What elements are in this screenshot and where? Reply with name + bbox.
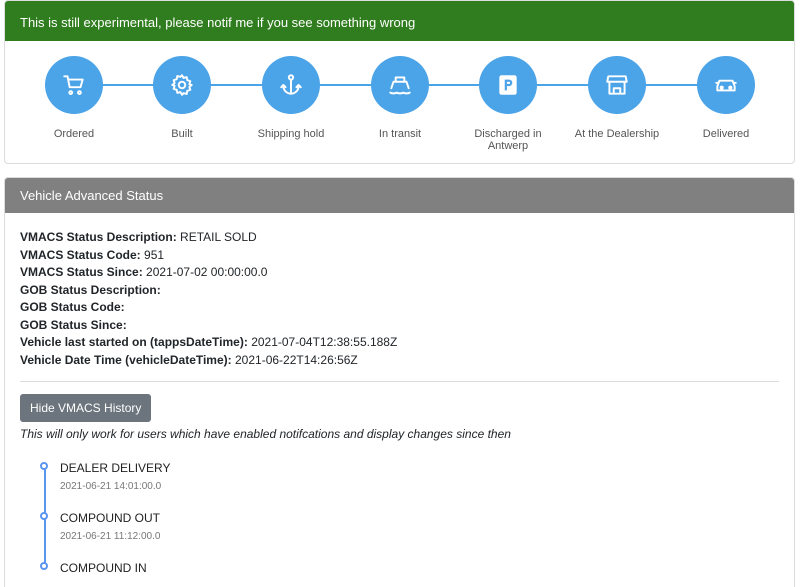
history-date: 2021-06-21 14:01:00.0 bbox=[60, 481, 162, 492]
status-field: VMACS Status Code: 951 bbox=[20, 247, 779, 265]
history-item: COMPOUND OUT 2021-06-21 11:12:00.0 bbox=[40, 511, 779, 561]
step-dealership: At the Dealership bbox=[562, 56, 672, 140]
step-label: Shipping hold bbox=[257, 128, 325, 140]
step-label: Delivered bbox=[702, 128, 750, 140]
field-value: RETAIL SOLD bbox=[180, 230, 257, 244]
step-discharged: Discharged in Antwerp bbox=[453, 56, 563, 152]
store-icon bbox=[606, 75, 628, 95]
step-label: Discharged in Antwerp bbox=[474, 128, 542, 152]
field-label: GOB Status Since: bbox=[20, 317, 127, 332]
ship-icon bbox=[389, 76, 411, 95]
progress-stepper: Ordered Built Shipping hold In transit D… bbox=[5, 41, 794, 163]
step-label: Ordered bbox=[53, 128, 95, 140]
anchor-icon bbox=[280, 74, 302, 95]
field-label: Vehicle last started on (tappsDateTime): bbox=[20, 335, 248, 349]
experimental-alert: This is still experimental, please notif… bbox=[5, 1, 794, 41]
step-label: In transit bbox=[378, 128, 422, 140]
step-label: At the Dealership bbox=[574, 128, 660, 140]
field-label: VMACS Status Description: bbox=[20, 230, 177, 244]
parking-icon bbox=[499, 75, 517, 95]
timeline-dot bbox=[40, 562, 48, 570]
status-field: Vehicle last started on (tappsDateTime):… bbox=[20, 334, 779, 352]
history-event: COMPOUND OUT bbox=[60, 511, 160, 525]
status-field: Vehicle Date Time (vehicleDateTime): 202… bbox=[20, 352, 779, 370]
gear-icon bbox=[171, 74, 193, 96]
status-field: GOB Status Since: bbox=[20, 317, 779, 335]
history-date: 2021-06-21 11:12:00.0 bbox=[60, 531, 161, 542]
status-field: GOB Status Code: bbox=[20, 299, 779, 317]
step-in-transit: In transit bbox=[345, 56, 455, 140]
field-value: 2021-07-04T12:38:55.188Z bbox=[251, 335, 398, 349]
field-value: 951 bbox=[144, 247, 165, 262]
history-item: DEALER DELIVERY 2021-06-21 14:01:00.0 bbox=[40, 461, 779, 511]
step-built: Built bbox=[127, 56, 237, 140]
progress-card: This is still experimental, please notif… bbox=[4, 0, 795, 164]
field-label: Vehicle Date Time (vehicleDateTime): bbox=[20, 352, 232, 367]
history-event: COMPOUND IN bbox=[60, 561, 147, 575]
step-shipping-hold: Shipping hold bbox=[236, 56, 346, 140]
status-field: VMACS Status Since: 2021-07-02 00:00:00.… bbox=[20, 264, 779, 282]
history-event: DEALER DELIVERY bbox=[60, 461, 171, 475]
car-icon bbox=[715, 79, 737, 92]
step-delivered: Delivered bbox=[671, 56, 781, 140]
field-label: GOB Status Code: bbox=[20, 300, 125, 314]
history-note: This will only work for users which have… bbox=[20, 427, 511, 441]
cart-icon bbox=[63, 75, 84, 95]
field-label: GOB Status Description: bbox=[20, 282, 161, 297]
hide-vmacs-history-button[interactable]: Hide VMACS History bbox=[20, 394, 152, 422]
vehicle-status-card: Vehicle Advanced Status VMACS Status Des… bbox=[4, 177, 795, 587]
status-field: GOB Status Description: bbox=[20, 282, 779, 300]
step-label: Built bbox=[171, 128, 193, 140]
card-header: Vehicle Advanced Status bbox=[5, 178, 794, 213]
field-value: 2021-06-22T14:26:56Z bbox=[235, 352, 358, 367]
field-value: 2021-07-02 00:00:00.0 bbox=[146, 265, 268, 279]
history-item: COMPOUND IN bbox=[40, 561, 779, 575]
field-label: VMACS Status Code: bbox=[20, 247, 141, 262]
divider bbox=[20, 381, 779, 382]
field-label: VMACS Status Since: bbox=[20, 265, 143, 279]
timeline-dot bbox=[40, 512, 48, 520]
status-field: VMACS Status Description: RETAIL SOLD bbox=[20, 229, 779, 247]
timeline-dot bbox=[40, 462, 48, 470]
vmacs-history-timeline: DEALER DELIVERY 2021-06-21 14:01:00.0 COMP… bbox=[20, 461, 779, 575]
step-ordered: Ordered bbox=[19, 56, 129, 140]
